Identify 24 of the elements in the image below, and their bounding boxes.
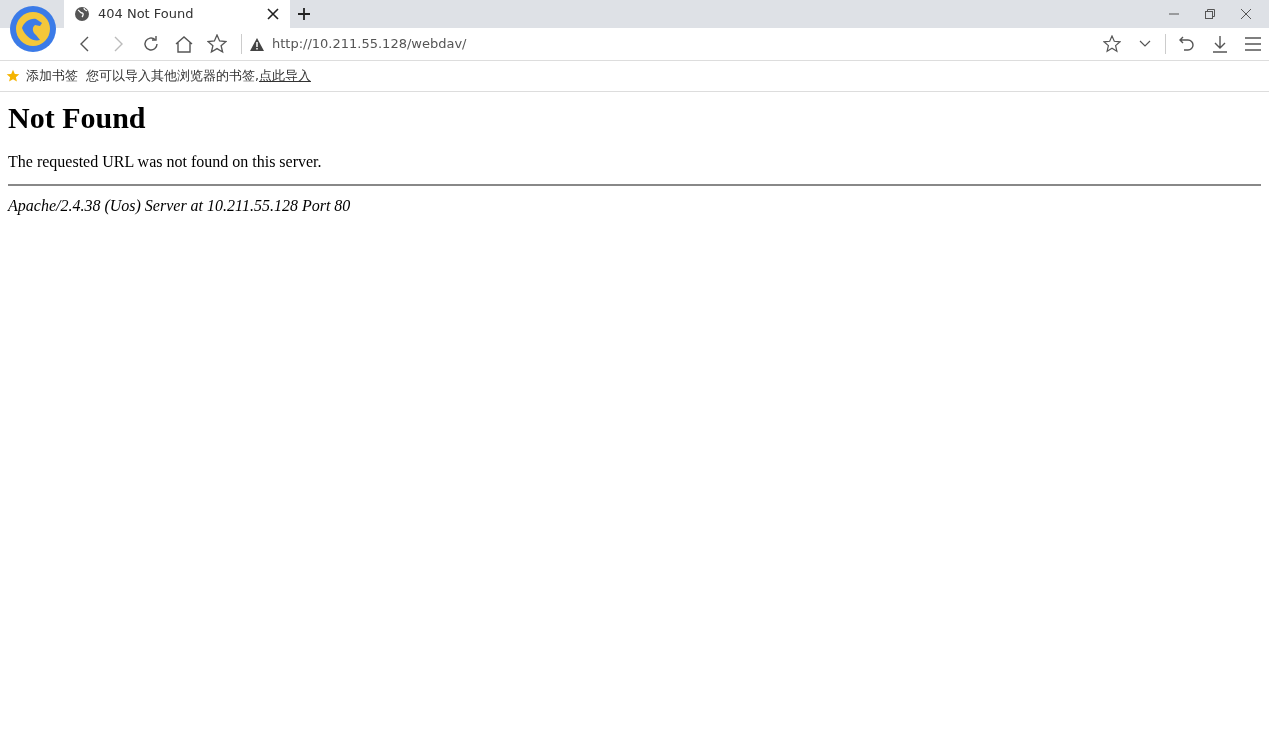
home-icon[interactable] [173, 35, 194, 53]
error-message: The requested URL was not found on this server. [8, 152, 323, 173]
menu-icon[interactable] [1243, 36, 1262, 52]
close-icon[interactable] [1240, 8, 1252, 20]
undo-icon[interactable] [1177, 35, 1196, 53]
restore-icon[interactable] [1204, 8, 1216, 20]
warning-icon [250, 37, 264, 51]
tab-close-icon[interactable] [267, 8, 279, 20]
browser-tab[interactable]: 404 Not Found [64, 0, 290, 28]
globe-icon [74, 6, 90, 22]
new-tab-icon[interactable] [297, 7, 311, 21]
bookmark-star-icon[interactable] [206, 34, 227, 54]
add-bookmark-label[interactable]: 添加书签 [26, 66, 78, 86]
address-bar[interactable]: http://10.211.55.128/webdav/ [272, 34, 467, 54]
bookmark-star-icon[interactable] [1102, 35, 1121, 53]
import-link[interactable]: 点此导入 [259, 66, 311, 86]
page-heading: Not Found [8, 100, 147, 136]
server-signature: Apache/2.4.38 (Uos) Server at 10.211.55.128 Port 80 [8, 196, 352, 217]
download-icon[interactable] [1210, 35, 1229, 53]
tab-title: 404 Not Found [98, 5, 194, 24]
reload-icon[interactable] [141, 35, 160, 53]
star-icon [6, 69, 20, 83]
import-message: 您可以导入其他浏览器的书签, [86, 66, 259, 85]
dropdown-caret-icon[interactable] [1138, 40, 1151, 48]
